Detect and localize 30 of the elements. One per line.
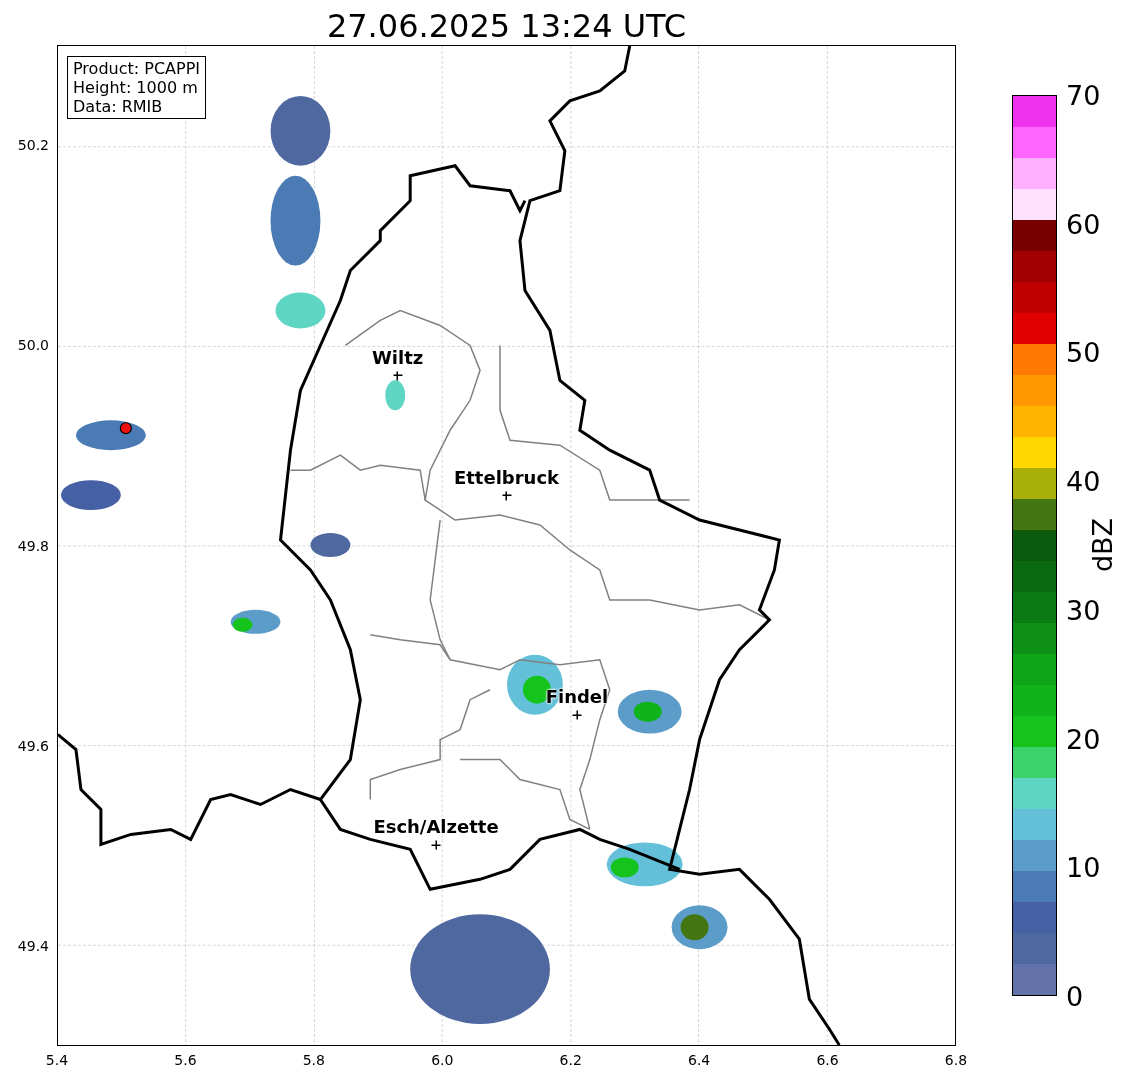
x-tick-label: 5.6 [174, 1052, 197, 1068]
colorbar-tick-label: 0 [1065, 980, 1084, 1012]
x-tick-label: 6.4 [688, 1052, 711, 1068]
y-tick-label: 49.4 [17, 937, 49, 954]
city-label: Ettelbruck [453, 466, 560, 488]
colorbar-tick-label: 30 [1065, 594, 1101, 626]
colorbar-tick-label: 20 [1065, 723, 1101, 755]
info-line: Height: 1000 m [73, 78, 199, 97]
x-tick-label: 6.8 [944, 1052, 968, 1068]
plus-icon [393, 371, 403, 381]
x-tick-label: 6.0 [431, 1052, 454, 1068]
colorbar-tick-label: 60 [1065, 208, 1101, 240]
colorbar-label: dBZ [1086, 517, 1118, 573]
colorbar-tick-label: 10 [1065, 851, 1101, 883]
colorbar-tick-label: 50 [1065, 336, 1101, 368]
info-line: Data: RMIB [73, 97, 164, 116]
chart-title: 27.06.2025 13:24 UTC [325, 6, 688, 45]
x-tick-label: 5.4 [45, 1052, 69, 1068]
x-tick-label: 6.6 [816, 1052, 839, 1068]
y-tick-label: 50.0 [17, 337, 49, 354]
y-tick-label: 49.6 [17, 737, 49, 754]
y-tick-label: 49.8 [17, 537, 49, 554]
city-label: Esch/Alzette [373, 815, 499, 837]
info-line: Product: PCAPPI [73, 59, 200, 78]
x-tick-label: 6.2 [559, 1052, 582, 1068]
x-tick-label: 5.8 [302, 1052, 325, 1068]
y-tick-label: 50.2 [17, 137, 49, 154]
colorbar-tick-label: 40 [1065, 465, 1101, 497]
colorbar-tick-label: 70 [1065, 79, 1101, 111]
city-label: Wiltz [371, 346, 424, 368]
